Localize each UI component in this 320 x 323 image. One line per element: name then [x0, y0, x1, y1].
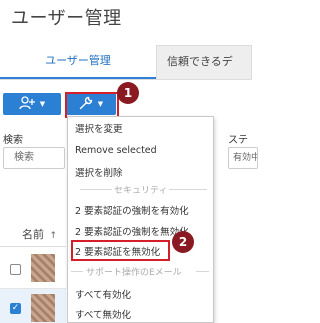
step-badge-2: 2: [172, 231, 194, 253]
sort-icon: ↑: [49, 231, 58, 241]
menu-section-support-email: サポート操作のEメール: [86, 268, 182, 278]
status-select[interactable]: 有効中の: [228, 147, 258, 169]
divider: [169, 189, 207, 190]
divider: [80, 189, 112, 190]
search-input[interactable]: 検索: [3, 147, 65, 169]
name-column-header[interactable]: 名前 ↑: [22, 226, 57, 242]
search-label: 検索: [3, 135, 23, 146]
menu-item-change-selected[interactable]: 選択を変更: [75, 121, 123, 135]
tab-trusted-devices[interactable]: 信頼できるデ: [156, 45, 252, 79]
chevron-down-icon: ▼: [39, 100, 46, 108]
avatar: [31, 294, 55, 322]
add-user-button[interactable]: ▼: [3, 93, 61, 115]
row-checkbox[interactable]: [10, 264, 21, 275]
tab-user-management[interactable]: ユーザー管理: [0, 45, 156, 79]
step-badge-1: 1: [117, 82, 139, 104]
page-title: ユーザー管理: [11, 8, 122, 29]
add-user-icon: [19, 95, 35, 114]
divider: [71, 271, 83, 272]
divider: [0, 246, 66, 247]
menu-item-highlight: [71, 240, 170, 261]
menu-item-delete-selected[interactable]: 選択を削除: [75, 165, 123, 179]
avatar: [31, 254, 55, 282]
menu-item-remove-selected[interactable]: Remove selected: [75, 145, 157, 156]
divider: [196, 271, 209, 272]
tools-button-highlight: [65, 92, 119, 118]
menu-item-disable-2fa-enforcement[interactable]: 2 要素認証の強制を無効化: [75, 224, 189, 237]
menu-section-security: セキュリティ: [114, 186, 168, 196]
menu-item-enable-2fa-enforcement[interactable]: 2 要素認証の強制を有効化: [75, 203, 189, 217]
row-checkbox[interactable]: ✓: [10, 303, 21, 314]
menu-item-enable-all[interactable]: すべて有効化: [75, 287, 131, 301]
menu-item-disable-all[interactable]: すべて無効化: [75, 307, 131, 321]
